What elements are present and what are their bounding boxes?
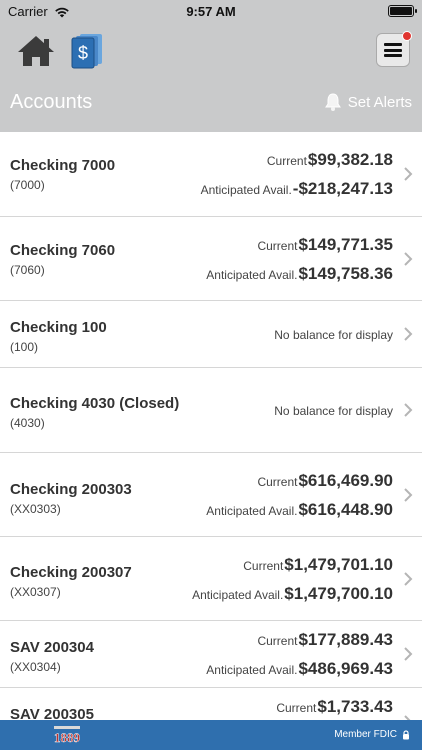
- account-number: (100): [10, 340, 39, 354]
- current-balance: Current$616,469.90: [257, 471, 393, 491]
- member-fdic: Member FDIC: [334, 729, 410, 740]
- chevron-right-icon: [404, 572, 413, 586]
- notification-dot: [402, 31, 412, 41]
- battery-icon: [388, 5, 417, 17]
- current-balance: Current$1,479,701.10: [243, 555, 393, 575]
- current-label: Current: [243, 559, 284, 573]
- anticipated-label: Anticipated Avail.: [206, 504, 298, 518]
- chevron-right-icon: [404, 252, 413, 266]
- chevron-right-icon: [404, 167, 413, 181]
- account-name: Checking 4030 (Closed): [10, 395, 180, 412]
- current-label: Current: [257, 239, 298, 253]
- chevron-right-icon: [404, 403, 413, 417]
- menu-button[interactable]: [376, 31, 412, 67]
- account-name: Checking 7000: [10, 157, 116, 174]
- anticipated-balance: Anticipated Avail.$1,479,700.10: [192, 584, 393, 604]
- current-amount: $616,469.90: [298, 471, 393, 490]
- lock-icon: [403, 729, 409, 739]
- account-row[interactable]: Checking 7060 (7060) Current$149,771.35 …: [0, 217, 422, 301]
- set-alerts-button[interactable]: Set Alerts: [324, 92, 412, 112]
- current-label: Current: [276, 701, 317, 715]
- current-amount: $99,382.18: [307, 150, 393, 169]
- account-name: Checking 200303: [10, 481, 132, 498]
- svg-text:$: $: [78, 43, 88, 63]
- footer: 1889 Member FDIC: [0, 720, 422, 750]
- account-number: (XX0304): [10, 660, 61, 674]
- account-number: (4030): [10, 416, 45, 430]
- account-number: (XX0303): [10, 502, 61, 516]
- anticipated-amount: $616,448.90: [298, 500, 393, 519]
- current-amount: $177,889.43: [298, 630, 393, 649]
- chevron-right-icon: [404, 647, 413, 661]
- no-balance-text: No balance for display: [274, 404, 393, 418]
- chevron-right-icon: [404, 327, 413, 341]
- no-balance-text: No balance for display: [274, 328, 393, 342]
- menu-icon: [384, 43, 402, 57]
- account-row[interactable]: Checking 4030 (Closed) (4030) No balance…: [0, 368, 422, 453]
- anticipated-balance: Anticipated Avail.-$218,247.13: [201, 179, 393, 199]
- account-name: SAV 200304: [10, 639, 94, 656]
- current-label: Current: [257, 475, 298, 489]
- bank-logo: 1889: [50, 724, 84, 746]
- account-name: Checking 100: [10, 319, 107, 336]
- anticipated-amount: $1,479,700.10: [284, 584, 393, 603]
- member-fdic-label: Member FDIC: [334, 729, 397, 740]
- set-alerts-label: Set Alerts: [347, 93, 412, 111]
- account-number: (7060): [10, 263, 45, 277]
- header: Carrier 9:57 AM $ Accounts Set Alerts: [0, 0, 422, 132]
- bell-icon: [324, 93, 341, 111]
- current-balance: Current$177,889.43: [257, 630, 393, 650]
- chevron-right-icon: [404, 488, 413, 502]
- anticipated-label: Anticipated Avail.: [192, 588, 284, 602]
- account-number: (XX0307): [10, 585, 61, 599]
- anticipated-balance: Anticipated Avail.$486,969.43: [206, 659, 393, 679]
- money-icon[interactable]: $: [70, 32, 104, 70]
- status-time: 9:57 AM: [186, 4, 236, 19]
- anticipated-label: Anticipated Avail.: [206, 268, 298, 282]
- current-balance: Current$99,382.18: [267, 150, 393, 170]
- anticipated-balance: Anticipated Avail.$616,448.90: [206, 500, 393, 520]
- anticipated-label: Anticipated Avail.: [206, 663, 298, 677]
- accounts-list: Checking 7000 (7000) Current$99,382.18 A…: [0, 132, 422, 748]
- account-name: Checking 7060: [10, 242, 116, 259]
- bank-logo-text: 1889: [54, 730, 81, 745]
- anticipated-amount: $486,969.43: [298, 659, 393, 678]
- account-row[interactable]: Checking 7000 (7000) Current$99,382.18 A…: [0, 132, 422, 217]
- current-label: Current: [266, 154, 307, 168]
- current-balance: Current$1,733.43: [276, 697, 393, 717]
- anticipated-label: Anticipated Avail.: [200, 183, 292, 197]
- account-number: (7000): [10, 178, 45, 192]
- current-amount: $1,479,701.10: [284, 555, 393, 574]
- current-amount: $1,733.43: [317, 697, 393, 716]
- anticipated-amount: -$218,247.13: [292, 179, 393, 198]
- home-icon[interactable]: [16, 34, 56, 68]
- current-balance: Current$149,771.35: [257, 235, 393, 255]
- current-label: Current: [257, 634, 298, 648]
- account-name: Checking 200307: [10, 564, 132, 581]
- page-title: Accounts: [10, 91, 93, 113]
- current-amount: $149,771.35: [298, 235, 393, 254]
- anticipated-balance: Anticipated Avail.$149,758.36: [206, 264, 393, 284]
- account-row[interactable]: Checking 200303 (XX0303) Current$616,469…: [0, 453, 422, 537]
- status-bar: Carrier 9:57 AM: [0, 0, 422, 22]
- anticipated-amount: $149,758.36: [298, 264, 393, 283]
- account-row[interactable]: SAV 200304 (XX0304) Current$177,889.43 A…: [0, 621, 422, 688]
- account-row[interactable]: Checking 100 (100) No balance for displa…: [0, 301, 422, 368]
- account-row[interactable]: Checking 200307 (XX0307) Current$1,479,7…: [0, 537, 422, 621]
